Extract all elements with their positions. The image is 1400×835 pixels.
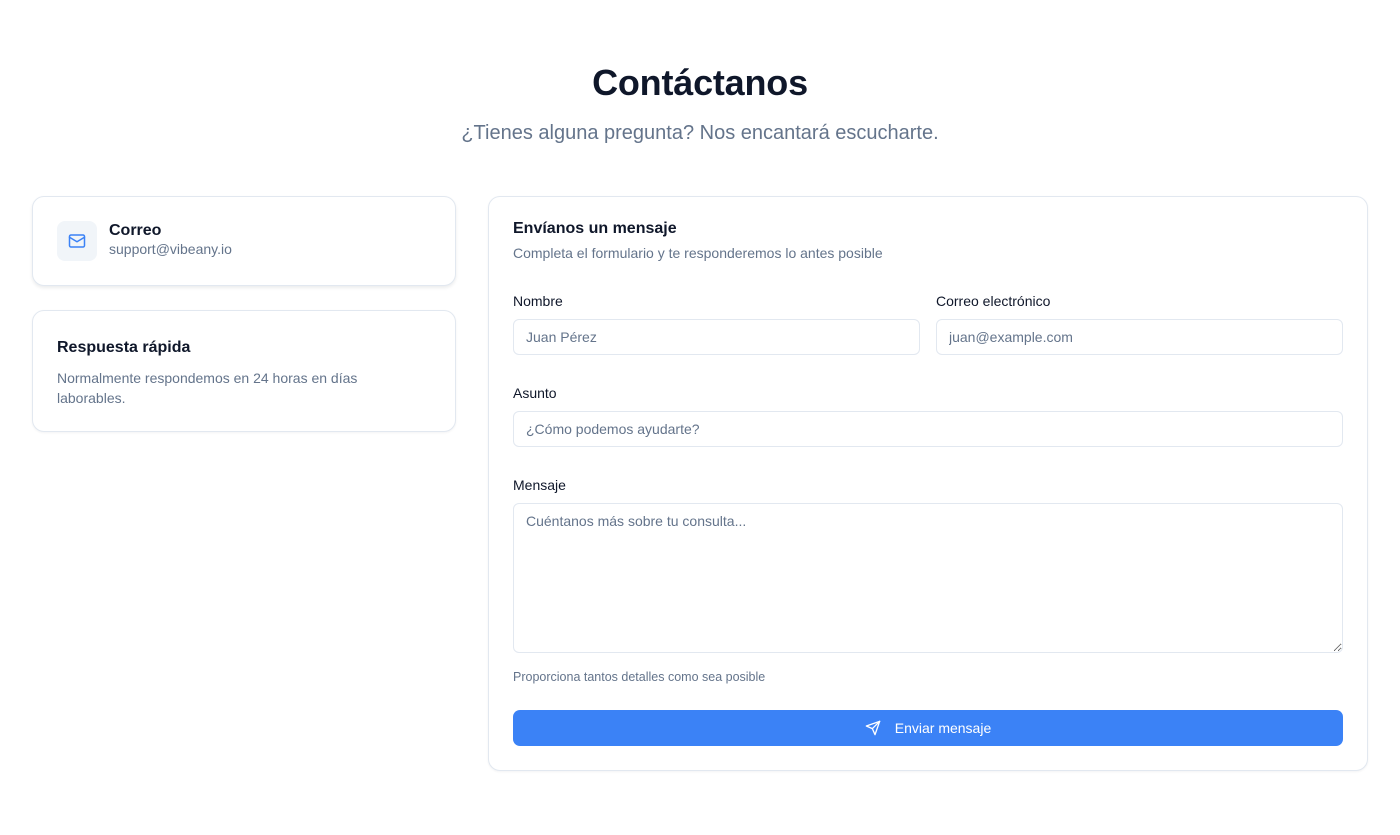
message-textarea[interactable]	[513, 503, 1343, 653]
support-email-link[interactable]: support@vibeany.io	[109, 241, 232, 257]
send-icon	[865, 720, 881, 736]
subject-label: Asunto	[513, 385, 557, 401]
email-label: Correo electrónico	[936, 293, 1051, 309]
message-helper-text: Proporciona tantos detalles como sea pos…	[513, 670, 766, 684]
email-card-title: Correo	[109, 222, 162, 239]
quick-response-title: Respuesta rápida	[57, 339, 191, 356]
send-message-button[interactable]: Enviar mensaje	[513, 710, 1343, 746]
send-button-label: Enviar mensaje	[894, 720, 992, 736]
form-description: Completa el formulario y te responderemo…	[513, 245, 883, 261]
name-input[interactable]	[513, 319, 920, 355]
message-label: Mensaje	[513, 477, 566, 493]
subject-input[interactable]	[513, 411, 1343, 447]
form-title: Envíanos un mensaje	[513, 220, 677, 237]
email-input[interactable]	[936, 319, 1343, 355]
quick-response-card: Respuesta rápida Normalmente respondemos…	[32, 310, 456, 432]
mail-icon	[57, 221, 97, 261]
name-label: Nombre	[513, 293, 563, 309]
contact-form-card: Envíanos un mensaje Completa el formular…	[488, 196, 1368, 771]
page-subtitle: ¿Tienes alguna pregunta? Nos encantará e…	[461, 122, 939, 144]
quick-response-text: Normalmente respondemos en 24 horas en d…	[57, 370, 358, 406]
email-contact-card: Correo support@vibeany.io	[32, 196, 456, 286]
page-title: Contáctanos	[592, 62, 808, 103]
